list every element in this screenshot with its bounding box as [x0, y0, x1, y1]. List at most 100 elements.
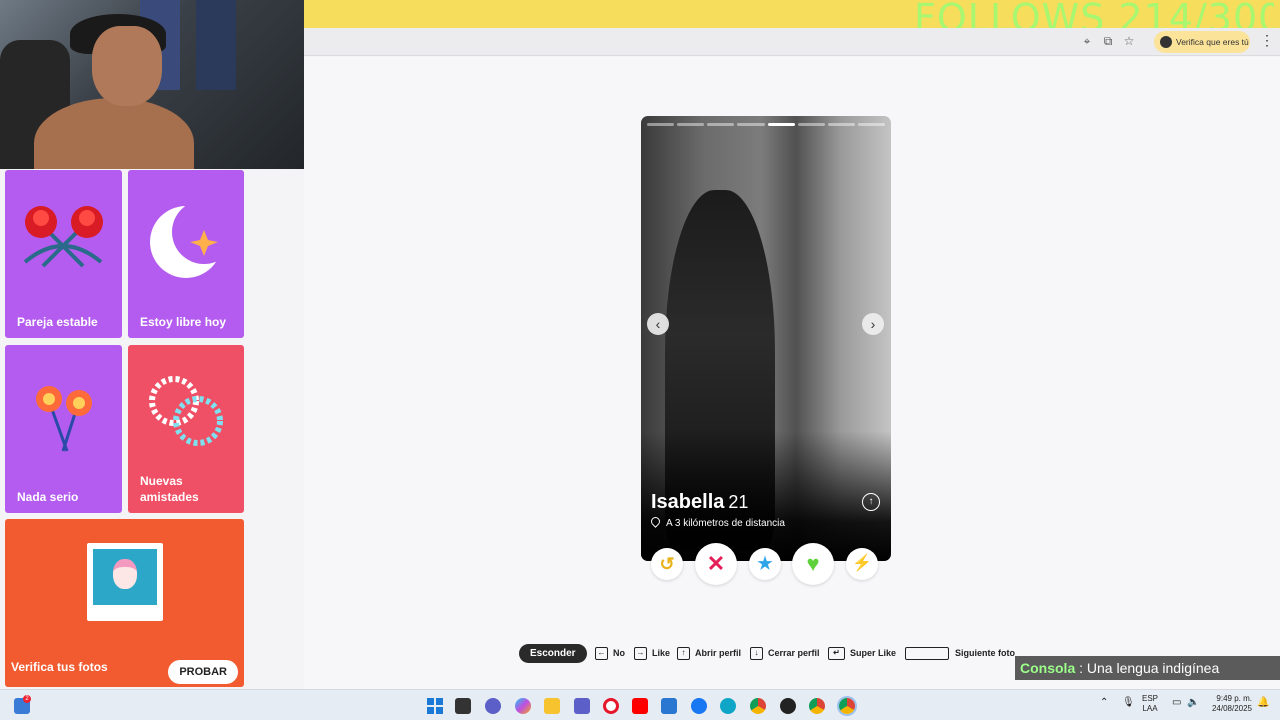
- photo-progress-segment: [797, 123, 825, 126]
- hint-no: ← No: [595, 643, 625, 663]
- up-arrow-key-icon: ↑: [677, 647, 690, 661]
- action-bar: ↺ ✕ ★ ♥ ⚡: [641, 543, 891, 585]
- chrome-profile-icon[interactable]: [780, 698, 796, 714]
- selfie-polaroid-icon: [87, 543, 163, 621]
- next-photo-button[interactable]: ›: [862, 313, 884, 335]
- hint-super-like: ↵ Super Like: [828, 643, 896, 663]
- chrome-active-icon[interactable]: [839, 698, 855, 714]
- tile-estoy-libre-hoy[interactable]: Estoy libre hoy: [128, 170, 244, 338]
- chat-separator: :: [1075, 660, 1087, 676]
- profile-name-row: Isabella 21: [651, 491, 748, 514]
- language-code: ESP: [1142, 694, 1159, 703]
- location-pin-icon: [649, 515, 662, 528]
- roses-icon: [23, 206, 103, 268]
- location-icon[interactable]: ⌖: [1080, 34, 1094, 48]
- photo-progress-segment: [827, 123, 855, 126]
- microphone-icon[interactable]: 🎙: [1122, 698, 1135, 708]
- space-key-icon: [905, 647, 949, 661]
- photo-progress: [647, 123, 885, 126]
- previous-photo-button[interactable]: ‹: [647, 313, 669, 335]
- poster: [196, 0, 236, 90]
- probar-button[interactable]: PROBAR: [168, 660, 238, 684]
- tile-label: Verifica tus fotos: [11, 660, 108, 674]
- browser-toolbar: ⌖ ⧉ ☆ Verifica que eres tú ⋮: [304, 28, 1280, 56]
- hint-label: Like: [652, 648, 671, 658]
- open-profile-icon[interactable]: ↑: [862, 493, 880, 511]
- webcam-overlay: [0, 0, 304, 169]
- keyboard-layout: LAA: [1142, 704, 1158, 713]
- clock[interactable]: 9:49 p. m. 24/08/2025: [1206, 694, 1252, 714]
- profile-distance: A 3 kilómetros de distancia: [649, 515, 785, 529]
- hide-hints-button[interactable]: Esconder: [519, 644, 587, 663]
- hint-label: Abrir perfil: [695, 648, 742, 658]
- chat-text: Una lengua indigínea: [1086, 660, 1220, 676]
- profile-icon: [1160, 36, 1172, 48]
- tile-label: Estoy libre hoy: [140, 315, 227, 329]
- right-arrow-key-icon: →: [634, 647, 647, 661]
- notification-badge: 2: [23, 695, 31, 703]
- bookmark-star-icon[interactable]: ☆: [1122, 34, 1136, 48]
- tile-pareja-estable[interactable]: Pareja estable: [5, 170, 122, 338]
- tile-label: Nada serio: [17, 490, 79, 504]
- language-indicator[interactable]: ESP LAA: [1142, 694, 1158, 714]
- volume-icon[interactable]: 🔈: [1187, 698, 1199, 708]
- down-arrow-key-icon: ↓: [750, 647, 763, 661]
- file-explorer-icon[interactable]: [544, 698, 560, 714]
- super-like-button[interactable]: ★: [749, 548, 781, 580]
- verify-chip-label: Verifica que eres tú: [1176, 37, 1249, 47]
- photo-progress-segment: [707, 123, 735, 126]
- install-app-icon[interactable]: ⧉: [1101, 34, 1115, 48]
- task-view-icon[interactable]: [455, 698, 471, 714]
- tile-label: Nuevas amistades: [140, 474, 199, 504]
- hint-label: Cerrar perfil: [768, 648, 820, 658]
- opera-icon[interactable]: [603, 698, 619, 714]
- chrome-profile-icon[interactable]: [809, 698, 825, 714]
- notifications-icon[interactable]: 🔔: [1257, 698, 1269, 708]
- chat-app-icon[interactable]: [485, 698, 501, 714]
- hint-label: Siguiente foto: [955, 648, 1015, 658]
- youtube-icon[interactable]: [632, 698, 648, 714]
- hint-close-profile: ↓ Cerrar perfil: [750, 643, 820, 663]
- boost-button[interactable]: ⚡: [846, 548, 878, 580]
- chrome-icon[interactable]: [750, 698, 766, 714]
- tile-nada-serio[interactable]: Nada serio: [5, 345, 122, 513]
- left-arrow-key-icon: ←: [595, 647, 608, 661]
- photo-progress-segment: [677, 123, 705, 126]
- enter-key-icon: ↵: [828, 647, 845, 661]
- network-icon[interactable]: ▭: [1172, 698, 1181, 708]
- hint-next-photo: Siguiente foto: [905, 643, 1015, 663]
- streamer-face: [92, 26, 162, 106]
- hint-open-profile: ↑ Abrir perfil: [677, 643, 741, 663]
- chat-user: Consola: [1020, 660, 1076, 676]
- teams-icon[interactable]: [574, 698, 590, 714]
- tile-nuevas-amistades[interactable]: Nuevas amistades: [128, 345, 244, 513]
- photo-progress-segment: [647, 123, 675, 126]
- bracelets-icon: [149, 376, 223, 446]
- moon-icon: [150, 200, 236, 278]
- hint-like: → Like: [634, 643, 670, 663]
- hint-label: No: [613, 648, 625, 658]
- distance-label: A 3 kilómetros de distancia: [666, 518, 785, 529]
- store-icon[interactable]: [661, 698, 677, 714]
- tray-expand-icon[interactable]: ⌃: [1100, 698, 1108, 708]
- tile-verifica-fotos[interactable]: Verifica tus fotos PROBAR: [5, 519, 244, 687]
- clock-date: 24/08/2025: [1211, 704, 1252, 713]
- like-button[interactable]: ♥: [792, 543, 834, 585]
- edge-icon[interactable]: [720, 698, 736, 714]
- photo-progress-segment: [857, 123, 885, 126]
- profile-card[interactable]: ‹ › Isabella 21 A 3 kilómetros de distanc…: [641, 116, 891, 561]
- profile-name: Isabella: [651, 491, 725, 513]
- copilot-icon[interactable]: [515, 698, 531, 714]
- nope-button[interactable]: ✕: [695, 543, 737, 585]
- facebook-icon[interactable]: [691, 698, 707, 714]
- start-icon[interactable]: [427, 698, 443, 714]
- taskbar: 2 ⌃ 🎙 ESP LAA ▭ 🔈 9:49 p. m. 24/08/2025 …: [0, 689, 1280, 720]
- menu-icon[interactable]: ⋮: [1260, 32, 1274, 49]
- photo-progress-segment: [767, 123, 795, 126]
- photo-progress-segment: [737, 123, 765, 126]
- rewind-button[interactable]: ↺: [651, 548, 683, 580]
- clock-time: 9:49 p. m.: [1216, 694, 1252, 703]
- chat-message: Consola : Una lengua indigínea: [1015, 656, 1280, 680]
- stream-overlay-bar: FOLLOWS 214/300: [304, 0, 1280, 40]
- verify-chip[interactable]: Verifica que eres tú: [1154, 31, 1250, 53]
